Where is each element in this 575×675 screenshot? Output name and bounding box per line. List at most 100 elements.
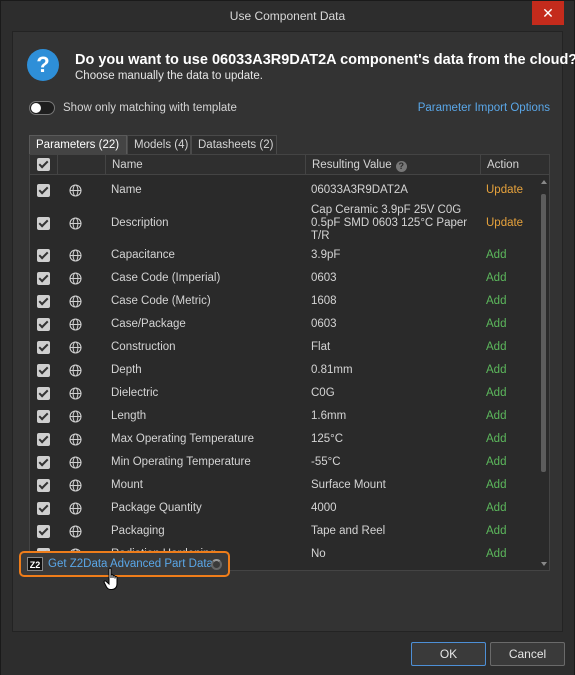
row-checkbox[interactable]	[37, 272, 50, 285]
row-checkbox[interactable]	[37, 318, 50, 331]
globe-icon	[69, 184, 82, 197]
table-row[interactable]: Mount Surface Mount Add	[30, 474, 538, 497]
row-checkbox[interactable]	[37, 479, 50, 492]
toggle-knob	[31, 103, 41, 113]
row-checkbox[interactable]	[37, 295, 50, 308]
row-checkbox[interactable]	[37, 525, 50, 538]
row-value: 1.6mm	[311, 410, 347, 422]
z2data-button[interactable]: Z2 Get Z2Data Advanced Part Data	[19, 551, 230, 577]
column-header-name[interactable]: Name	[105, 155, 305, 175]
scroll-thumb[interactable]	[541, 194, 546, 472]
dialog-question: Do you want to use 06033A3R9DAT2A compon…	[75, 52, 575, 68]
row-action[interactable]: Add	[486, 387, 536, 400]
row-checkbox[interactable]	[37, 364, 50, 377]
globe-icon	[69, 410, 82, 423]
table-row[interactable]: Depth 0.81mm Add	[30, 359, 538, 382]
table-row[interactable]: Case/Package 0603 Add	[30, 313, 538, 336]
row-name: Name	[111, 184, 142, 196]
globe-icon	[69, 217, 82, 230]
loading-spinner-icon	[211, 559, 222, 570]
row-action[interactable]: Add	[486, 341, 536, 354]
row-value: 0603	[311, 318, 337, 330]
row-value: Cap Ceramic 3.9pF 25V C0G 0.5pF SMD 0603…	[311, 204, 468, 242]
table-row[interactable]: Package Quantity 4000 Add	[30, 497, 538, 520]
row-name: Capacitance	[111, 249, 175, 261]
column-header-value[interactable]: Resulting Value?	[305, 155, 480, 175]
dialog-window: Use Component Data ✕ ? Do you want to us…	[0, 0, 575, 675]
help-icon[interactable]: ?	[395, 161, 407, 172]
row-checkbox[interactable]	[37, 184, 50, 197]
row-value: 4000	[311, 502, 337, 514]
title-bar: Use Component Data ✕	[1, 1, 574, 31]
scroll-down-icon[interactable]	[541, 562, 547, 566]
row-value: -55°C	[311, 456, 341, 468]
row-action[interactable]: Add	[486, 249, 536, 262]
row-action[interactable]: Add	[486, 502, 536, 515]
table-row[interactable]: Dielectric C0G Add	[30, 382, 538, 405]
ok-button[interactable]: OK	[411, 642, 486, 666]
row-action[interactable]: Add	[486, 433, 536, 446]
parameter-import-options-link[interactable]: Parameter Import Options	[418, 102, 550, 114]
row-checkbox[interactable]	[37, 249, 50, 262]
row-checkbox[interactable]	[37, 387, 50, 400]
template-match-label: Show only matching with template	[63, 102, 237, 114]
scroll-up-icon[interactable]	[541, 180, 547, 184]
row-action[interactable]: Add	[486, 525, 536, 538]
row-checkbox[interactable]	[37, 217, 50, 230]
table-row[interactable]: Packaging Tape and Reel Add	[30, 520, 538, 543]
table-row[interactable]: Case Code (Metric) 1608 Add	[30, 290, 538, 313]
row-action[interactable]: Add	[486, 295, 536, 308]
table-row[interactable]: Length 1.6mm Add	[30, 405, 538, 428]
row-name: Description	[111, 217, 169, 229]
column-header-action[interactable]: Action	[480, 155, 549, 175]
row-action[interactable]: Add	[486, 364, 536, 377]
row-name: Mount	[111, 479, 143, 491]
table-row[interactable]: Capacitance 3.9pF Add	[30, 244, 538, 267]
row-action[interactable]: Add	[486, 318, 536, 331]
row-name: Max Operating Temperature	[111, 433, 254, 445]
row-name: Min Operating Temperature	[111, 456, 251, 468]
tab-datasheets[interactable]: Datasheets (2)	[191, 135, 277, 155]
close-button[interactable]: ✕	[532, 1, 564, 25]
row-checkbox[interactable]	[37, 341, 50, 354]
tab-models[interactable]: Models (4)	[127, 135, 191, 155]
row-checkbox[interactable]	[37, 456, 50, 469]
row-checkbox[interactable]	[37, 410, 50, 423]
row-name: Case/Package	[111, 318, 186, 330]
table-row[interactable]: Max Operating Temperature 125°C Add	[30, 428, 538, 451]
table-row[interactable]: Description Cap Ceramic 3.9pF 25V C0G 0.5…	[30, 202, 538, 244]
row-value: No	[311, 548, 326, 560]
row-action[interactable]: Add	[486, 272, 536, 285]
close-icon: ✕	[542, 5, 554, 21]
row-action[interactable]: Update	[486, 184, 536, 197]
row-action[interactable]: Add	[486, 456, 536, 469]
globe-icon	[69, 364, 82, 377]
table-row[interactable]: Min Operating Temperature -55°C Add	[30, 451, 538, 474]
row-name: Construction	[111, 341, 176, 353]
globe-icon	[69, 479, 82, 492]
row-action[interactable]: Add	[486, 410, 536, 423]
select-all-checkbox[interactable]	[37, 158, 50, 171]
question-icon: ?	[27, 49, 59, 81]
row-action[interactable]: Add	[486, 548, 536, 561]
globe-icon	[69, 249, 82, 262]
template-match-toggle[interactable]	[29, 101, 55, 115]
row-name: Case Code (Imperial)	[111, 272, 221, 284]
row-checkbox[interactable]	[37, 433, 50, 446]
tab-parameters[interactable]: Parameters (22)	[29, 135, 127, 155]
row-name: Length	[111, 410, 147, 422]
globe-icon	[69, 341, 82, 354]
row-value: Surface Mount	[311, 479, 386, 491]
table-row[interactable]: Case Code (Imperial) 0603 Add	[30, 267, 538, 290]
row-checkbox[interactable]	[37, 502, 50, 515]
table-row[interactable]: Name 06033A3R9DAT2A Update	[30, 179, 538, 202]
table-row[interactable]: Construction Flat Add	[30, 336, 538, 359]
cancel-button[interactable]: Cancel	[490, 642, 565, 666]
row-action[interactable]: Update	[486, 217, 536, 230]
table-header: Name Resulting Value? Action	[30, 155, 549, 175]
globe-icon	[69, 525, 82, 538]
row-action[interactable]: Add	[486, 479, 536, 492]
vertical-scrollbar[interactable]	[538, 176, 549, 570]
z2data-label: Get Z2Data Advanced Part Data	[48, 558, 213, 570]
row-value: 06033A3R9DAT2A	[311, 184, 408, 196]
